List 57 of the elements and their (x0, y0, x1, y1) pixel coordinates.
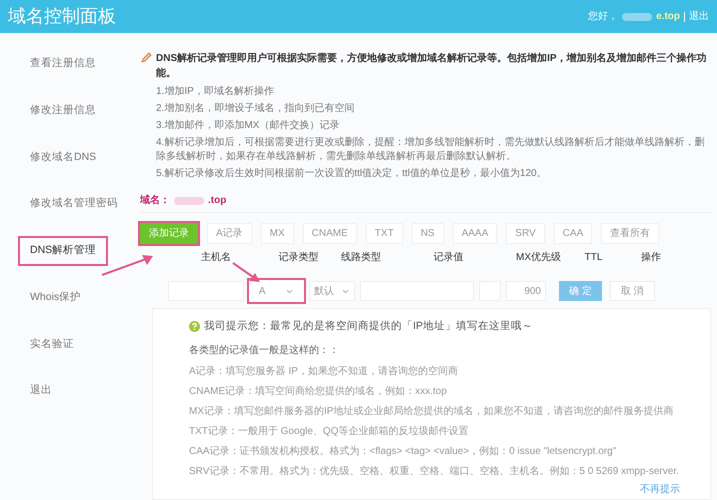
intro-point: 3.增加邮件，即添加MX（邮件交换）记录 (156, 119, 340, 133)
sidebar-item[interactable]: 查看注册信息 (20, 51, 106, 77)
hint-line: CAA记录：证书颁发机构授权。格式为：<flags> <tag> <value>，例如：0 issue "letsencrypt.org" (189, 444, 618, 459)
intro-point: 2.增加别名，即增设子域名，指向到已有空间 (156, 102, 356, 116)
hint-title: 我司提示您：最常见的是将空间商提供的「IP地址」填写在这里哦～ (204, 319, 533, 334)
line-type-select[interactable]: 默认 (309, 281, 355, 301)
annotation-arrow (100, 255, 155, 277)
hint-line: MX记录：填写您邮件服务器的IP地址或企业邮局给您提供的域名，如果您不知道，请咨询您的邮件服务提供商 (189, 404, 674, 419)
column-header: 记录类型 (278, 250, 320, 265)
user-domain: e.top (656, 10, 680, 24)
column-header: 操作 (640, 251, 662, 265)
hint-line: TXT记录：一般用于 Google、QQ等企业邮箱的反垃圾邮件设置 (189, 424, 470, 439)
hint-line: CNAME记录：填写空间商给您提供的域名，例如：xxx.top (189, 384, 448, 399)
record-filter-tab[interactable]: SRV (506, 223, 545, 244)
column-header: 线路类型 (340, 250, 382, 265)
record-filter-tab[interactable]: AAAA (452, 223, 498, 244)
panel-title: 域名控制面板 (8, 5, 116, 28)
hint-line: SRV记录：不常用。格式为：优先级、空格、权重、空格、端口、空格、主机名。例如：5 0 5269 xmpp-server. (189, 464, 680, 479)
hint-line: A记录：填写您服务器 IP，如果您不知道，请咨询您的空间商 (189, 364, 459, 379)
column-header: 主机名 (200, 250, 232, 265)
record-filter-tab[interactable]: 查看所有 (601, 223, 660, 244)
dismiss-link[interactable]: 不再提示 (640, 482, 680, 497)
blurred-domain (622, 12, 652, 20)
sidebar-item[interactable]: 修改注册信息 (20, 98, 106, 124)
help-icon (189, 321, 200, 332)
greeting-text: 您好， (588, 10, 618, 24)
sidebar-item[interactable]: 修改域名管理密码 (20, 191, 128, 217)
record-filter-tab[interactable]: CAA (554, 223, 592, 244)
annotation-arrow (232, 262, 260, 282)
record-filter-tab[interactable]: MX (260, 223, 294, 244)
domain-value: .top (208, 194, 226, 208)
record-filter-tab[interactable]: TXT (366, 223, 403, 244)
column-header: MX优先级 (515, 250, 562, 265)
record-type-select[interactable]: A (249, 280, 304, 302)
intro-lead: DNS解析记录管理即用户可根据实际需要，方便地修改或增加域名解析记录等。包括增加IP，增加别名及增加邮件三个操作功能。 (156, 51, 708, 81)
record-filter-tab[interactable]: NS (412, 223, 444, 244)
intro-point: 4.解析记录增加后，可根据需要进行更改或删除，提醒：增加多线智能解析时，需先做默认线路解析后才能做单线路解析，删除多线解析时，如果存在单线路解析，需先删除单线路解析再最后删除默认解析。 (156, 136, 706, 164)
column-header: 记录值 (432, 251, 464, 265)
domain-label: 域名： (140, 194, 170, 208)
hint-subtitle: 各类型的记录值一般是这样的：： (189, 344, 340, 358)
confirm-button[interactable]: 确 定 (559, 281, 602, 301)
logout-link[interactable]: 退出 (689, 9, 709, 24)
pencil-icon (140, 52, 152, 64)
intro-point: 1.增加IP，即域名解析操作 (156, 85, 275, 99)
sidebar-item[interactable]: 实名验证 (20, 332, 84, 358)
cancel-button[interactable]: 取 消 (610, 281, 655, 301)
record-filter-tab[interactable]: A记录 (207, 223, 252, 244)
record-filter-tab[interactable]: CNAME (302, 223, 357, 244)
sidebar-item[interactable]: 退出 (20, 378, 62, 404)
blurred-domain (174, 196, 204, 204)
sidebar-item[interactable]: DNS解析管理 (20, 238, 106, 264)
add-record-button[interactable]: 添加记录 (140, 223, 198, 244)
sidebar-item[interactable]: 修改域名DNS (20, 144, 106, 170)
intro-point: 5.解析记录修改后生效时间根据前一次设置的ttl值决定，ttl值的单位是秒，最小值为120。 (156, 167, 548, 181)
column-header: TTL (584, 251, 604, 265)
sidebar-item[interactable]: Whois保护 (20, 284, 92, 310)
ttl-input[interactable]: 900 (506, 281, 546, 301)
